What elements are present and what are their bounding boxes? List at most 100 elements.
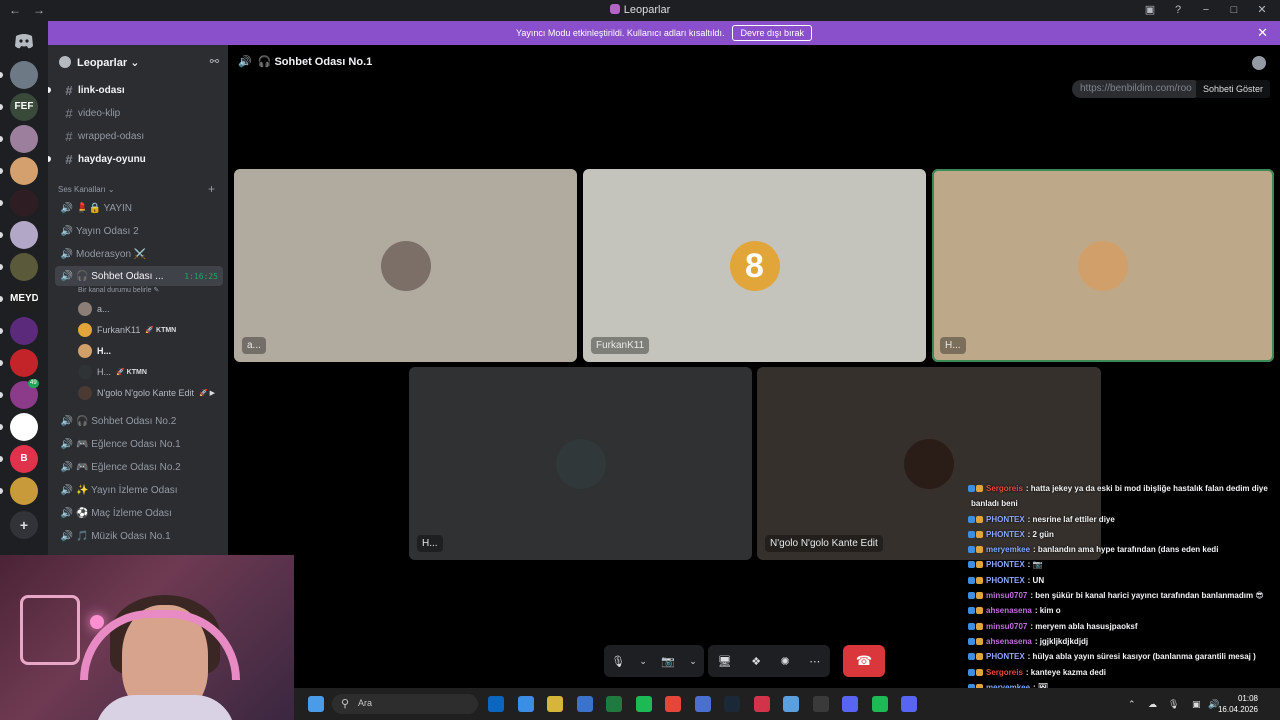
- minimize-button[interactable]: −: [1194, 2, 1218, 18]
- server-icon[interactable]: [10, 349, 38, 377]
- close-button[interactable]: ✕: [1250, 2, 1274, 18]
- server-icon[interactable]: B: [10, 445, 38, 473]
- voice-channel[interactable]: 🔊 🎮 Eğlence Odası No.2: [55, 457, 223, 477]
- guild-header[interactable]: Leoparlar ⌄ ⚯: [48, 45, 228, 79]
- member-name: N'golo N'golo Kante Edit: [97, 388, 194, 398]
- voice-channel[interactable]: 🔊 🎵 Müzik Odası No.1: [55, 526, 223, 546]
- voice-channel[interactable]: 🔊 Moderasyon ⚔️: [55, 244, 223, 264]
- text-channel[interactable]: # link-odası: [55, 80, 223, 100]
- chat-text: : hatta jekey ya da eski bi mod ibişliğe…: [1025, 484, 1268, 493]
- streamer-mode-banner: Yayıncı Modu etkinleştirildi. Kullanıcı …: [48, 21, 1280, 45]
- chevron-down-icon[interactable]: ⌄: [639, 656, 647, 667]
- participant-tile[interactable]: 8 FurkanK11: [583, 169, 926, 362]
- start-icon[interactable]: [308, 696, 324, 712]
- taskbar-app-icon[interactable]: [576, 696, 593, 712]
- chevron-up-icon[interactable]: ⌃: [1128, 699, 1136, 710]
- system-clock[interactable]: 01:08 16.04.2026: [1218, 693, 1258, 715]
- server-icon[interactable]: [10, 157, 38, 185]
- window-title: Leoparlar: [0, 4, 1280, 16]
- voice-member[interactable]: H... 🚀 KTMN: [78, 363, 147, 381]
- server-icon[interactable]: [10, 61, 38, 89]
- discord-home-icon[interactable]: [10, 27, 38, 55]
- text-channel-name: link-odası: [78, 84, 125, 96]
- maximize-button[interactable]: □: [1222, 2, 1246, 18]
- voice-channel[interactable]: 🔊 ⚽ Maç İzleme Odası: [55, 503, 223, 523]
- chat-username: minsu0707: [986, 621, 1028, 631]
- display-icon[interactable]: ▣: [1192, 699, 1201, 710]
- participant-tile[interactable]: H...: [932, 169, 1274, 362]
- server-icon[interactable]: [10, 253, 38, 281]
- activities-icon[interactable]: ❖: [751, 655, 761, 668]
- inbox-icon[interactable]: ▣: [1138, 2, 1162, 18]
- badge-icon: [968, 576, 975, 584]
- voice-channel[interactable]: 🔊 Yayın Odası 2: [55, 221, 223, 241]
- server-icon[interactable]: MEYDAN: [10, 285, 38, 313]
- taskbar-app-icon[interactable]: [871, 696, 888, 712]
- taskbar-app-icon[interactable]: [901, 696, 917, 712]
- server-icon[interactable]: [10, 189, 38, 217]
- camera-off-icon[interactable]: 📷: [661, 655, 675, 668]
- server-icon[interactable]: [10, 125, 38, 153]
- taskbar-app-icon[interactable]: [842, 696, 858, 712]
- voice-category[interactable]: Ses Kanalları ⌄: [58, 185, 115, 194]
- search-icon: ⚲: [341, 698, 350, 710]
- taskbar-app-icon[interactable]: [665, 696, 681, 712]
- taskbar-app-icon[interactable]: [635, 696, 652, 712]
- taskbar-app-icon[interactable]: [753, 696, 770, 712]
- microphone-icon[interactable]: 🎙: [1168, 699, 1179, 710]
- audio-video-controls: 🎙 ⌄ 📷 ⌄: [604, 645, 704, 677]
- text-channel[interactable]: # video-klip: [55, 103, 223, 123]
- taskbar-app-icon[interactable]: [724, 696, 740, 712]
- member-name: H...: [97, 367, 112, 377]
- taskbar-app-icon[interactable]: [488, 696, 504, 712]
- voice-member[interactable]: N'golo N'golo Kante Edit 🚀 ▶: [78, 384, 215, 402]
- taskbar-app-icon[interactable]: [547, 696, 563, 712]
- taskbar-app-icon[interactable]: [783, 696, 799, 712]
- voice-channel-active[interactable]: 🔊 🎧 Sohbet Odası ... 1:16:25: [55, 266, 223, 286]
- chat-text: banladı beni: [971, 499, 1018, 509]
- activity-url[interactable]: https://benbildim.com/roo: [1072, 80, 1202, 98]
- chat-bubble-icon[interactable]: [1252, 56, 1266, 70]
- add-server-icon[interactable]: +: [10, 511, 38, 539]
- taskbar-app-icon[interactable]: [694, 696, 711, 712]
- soundboard-icon[interactable]: ✺: [781, 655, 790, 668]
- disable-streamer-mode-button[interactable]: Devre dışı bırak: [732, 25, 812, 41]
- speaker-icon: 🔊: [60, 484, 74, 496]
- microphone-icon[interactable]: 🎙: [611, 655, 625, 668]
- server-pill: [0, 328, 3, 334]
- add-friend-icon[interactable]: ⚯: [210, 55, 219, 68]
- voice-member[interactable]: FurkanK11 🚀 KTMN: [78, 321, 176, 339]
- server-icon[interactable]: [10, 317, 38, 345]
- taskbar-app-icon[interactable]: [812, 696, 829, 712]
- screen-share-icon[interactable]: 🖥: [718, 655, 732, 668]
- add-channel-icon[interactable]: +: [208, 182, 215, 196]
- voice-channel[interactable]: 🔊 🎧 Sohbet Odası No.2: [55, 411, 223, 431]
- voice-channel[interactable]: 🔊 🎮 Eğlence Odası No.1: [55, 434, 223, 454]
- clock-time: 01:08: [1237, 694, 1258, 703]
- server-icon[interactable]: FEF: [10, 93, 38, 121]
- server-pill: [0, 488, 3, 494]
- taskbar-app-icon[interactable]: [606, 696, 622, 712]
- server-icon[interactable]: [10, 477, 38, 505]
- taskbar-app-icon[interactable]: [517, 696, 534, 712]
- server-icon[interactable]: [10, 221, 38, 249]
- help-icon[interactable]: ?: [1166, 2, 1190, 18]
- voice-member[interactable]: H...: [78, 342, 111, 360]
- close-icon[interactable]: ✕: [1257, 26, 1268, 39]
- voice-channel[interactable]: 🔊 ✨ Yayın İzleme Odası: [55, 480, 223, 500]
- server-icon[interactable]: [10, 413, 38, 441]
- voice-member[interactable]: a...: [78, 300, 110, 318]
- text-channel[interactable]: # hayday-oyunu: [55, 149, 223, 169]
- call-timer: 1:16:25: [184, 271, 218, 281]
- chat-username: PHONTEX: [986, 529, 1025, 539]
- text-channel[interactable]: # wrapped-odası: [55, 126, 223, 146]
- search-input[interactable]: ⚲ Ara: [332, 694, 478, 714]
- more-icon[interactable]: ⋯: [809, 655, 820, 668]
- channel-status[interactable]: Bir kanal durumu belirle ✎: [78, 286, 159, 294]
- voice-channel[interactable]: 🔊 💄🔒 YAYIN: [55, 198, 223, 218]
- participant-tile[interactable]: a...: [234, 169, 577, 362]
- cloud-icon[interactable]: ☁: [1148, 699, 1157, 710]
- disconnect-button[interactable]: ☎: [843, 645, 885, 677]
- chevron-down-icon[interactable]: ⌄: [689, 656, 697, 667]
- participant-tile[interactable]: H...: [409, 367, 752, 560]
